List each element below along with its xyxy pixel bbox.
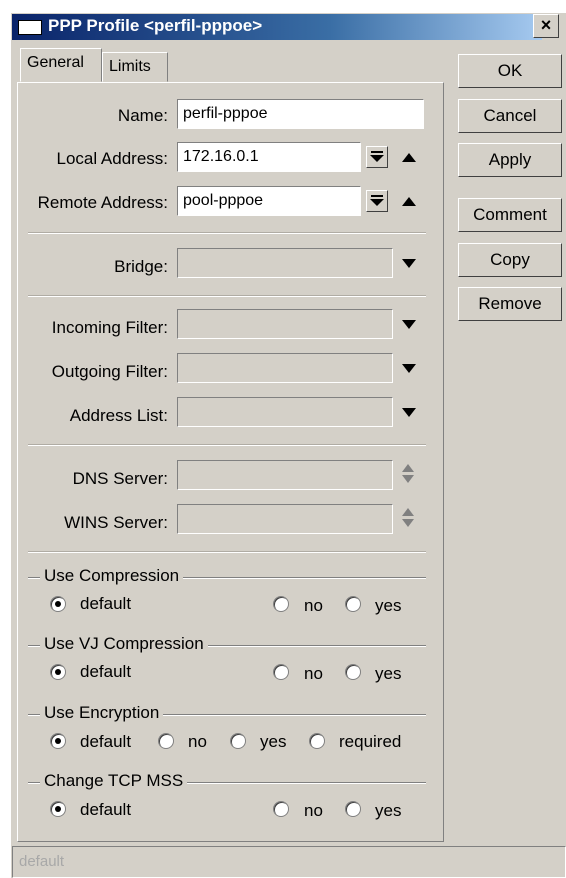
use-vj-compression-yes-label: yes xyxy=(375,664,402,683)
tab-limits[interactable]: Limits xyxy=(102,52,168,82)
dropdown-arrow-icon[interactable] xyxy=(366,190,388,212)
change-tcp-mss-default-radio[interactable] xyxy=(50,801,66,817)
use-encryption-required-label: required xyxy=(339,732,402,751)
copy-button[interactable]: Copy xyxy=(458,243,562,277)
dropdown-arrow-icon[interactable] xyxy=(366,146,388,168)
dropdown-arrow-icon[interactable] xyxy=(402,320,416,329)
use-vj-compression-default-radio[interactable] xyxy=(50,664,66,680)
use-encryption-no-radio[interactable] xyxy=(158,733,174,749)
use-encryption-yes-label: yes xyxy=(260,732,287,751)
status-text: default xyxy=(19,853,65,870)
dropdown-arrow-icon[interactable] xyxy=(402,364,416,373)
change-tcp-mss-yes-radio[interactable] xyxy=(345,801,361,817)
dns-server-field[interactable] xyxy=(177,460,393,490)
close-icon[interactable]: × xyxy=(533,14,559,38)
change-tcp-mss-title: Change TCP MSS xyxy=(40,771,188,791)
use-vj-compression-no-label: no xyxy=(304,664,323,683)
local-address-field[interactable]: 172.16.0.1 xyxy=(177,142,361,172)
bridge-field[interactable] xyxy=(177,248,393,278)
dns-server-label: DNS Server: xyxy=(72,469,168,488)
apply-button[interactable]: Apply xyxy=(458,143,562,177)
use-vj-compression-title: Use VJ Compression xyxy=(40,634,208,654)
change-tcp-mss-default-label: default xyxy=(80,800,132,819)
ok-button[interactable]: OK xyxy=(458,54,562,88)
use-compression-default-label: default xyxy=(80,594,132,613)
address-list-field[interactable] xyxy=(177,397,393,427)
dropdown-arrow-icon[interactable] xyxy=(402,259,416,268)
separator xyxy=(28,444,426,446)
bridge-label: Bridge: xyxy=(114,257,168,276)
use-compression-yes-radio[interactable] xyxy=(345,596,361,612)
window-title: PPP Profile <perfil-pppoe> xyxy=(48,16,263,35)
separator xyxy=(28,551,426,553)
use-encryption-default-radio[interactable] xyxy=(50,733,66,749)
separator xyxy=(28,232,426,234)
change-tcp-mss-no-label: no xyxy=(304,801,323,820)
use-encryption-title: Use Encryption xyxy=(40,703,164,723)
name-label: Name: xyxy=(117,106,168,125)
address-list-label: Address List: xyxy=(69,406,168,425)
use-compression-title: Use Compression xyxy=(40,566,184,586)
incoming-filter-field[interactable] xyxy=(177,309,393,339)
spinner-icon[interactable] xyxy=(402,508,416,530)
use-vj-compression-default-label: default xyxy=(80,662,132,681)
use-encryption-required-radio[interactable] xyxy=(309,733,325,749)
wins-server-label: WINS Server: xyxy=(64,513,168,532)
dropdown-arrow-icon[interactable] xyxy=(402,408,416,417)
remote-address-field[interactable]: pool-pppoe xyxy=(177,186,361,216)
change-tcp-mss-no-radio[interactable] xyxy=(273,801,289,817)
use-encryption-yes-radio[interactable] xyxy=(230,733,246,749)
status-bar: default xyxy=(12,846,566,878)
remote-address-label: Remote Address: xyxy=(37,193,168,212)
name-field[interactable]: perfil-pppoe xyxy=(177,99,424,129)
outgoing-filter-label: Outgoing Filter: xyxy=(51,362,168,381)
use-encryption-default-label: default xyxy=(80,732,132,751)
use-vj-compression-yes-radio[interactable] xyxy=(345,664,361,680)
tab-general[interactable]: General xyxy=(20,48,102,82)
use-compression-no-radio[interactable] xyxy=(273,596,289,612)
up-arrow-icon[interactable] xyxy=(402,197,416,206)
up-arrow-icon[interactable] xyxy=(402,153,416,162)
spinner-icon[interactable] xyxy=(402,464,416,486)
incoming-filter-label: Incoming Filter: xyxy=(51,318,168,337)
use-encryption-no-label: no xyxy=(188,732,207,751)
use-compression-default-radio[interactable] xyxy=(50,596,66,612)
outgoing-filter-field[interactable] xyxy=(177,353,393,383)
use-vj-compression-no-radio[interactable] xyxy=(273,664,289,680)
title-bar: PPP Profile <perfil-pppoe> xyxy=(12,14,542,40)
use-compression-yes-label: yes xyxy=(375,596,402,615)
wins-server-field[interactable] xyxy=(177,504,393,534)
use-compression-no-label: no xyxy=(304,596,323,615)
comment-button[interactable]: Comment xyxy=(458,198,562,232)
window-icon xyxy=(18,20,42,35)
remove-button[interactable]: Remove xyxy=(458,287,562,321)
cancel-button[interactable]: Cancel xyxy=(458,99,562,133)
change-tcp-mss-yes-label: yes xyxy=(375,801,402,820)
local-address-label: Local Address: xyxy=(56,149,168,168)
separator xyxy=(28,295,426,297)
